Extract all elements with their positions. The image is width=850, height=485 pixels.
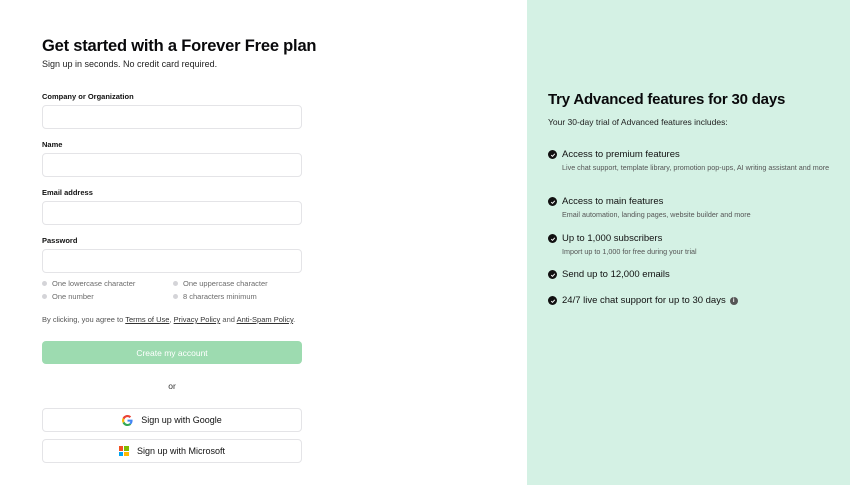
terms-text: By clicking, you agree to Terms of Use, … bbox=[42, 315, 296, 324]
requirement-uppercase: One uppercase character bbox=[173, 279, 268, 288]
password-input[interactable] bbox=[42, 249, 302, 273]
company-label: Company or Organization bbox=[42, 92, 134, 101]
feature-item: Access to premium features Live chat sup… bbox=[548, 149, 838, 183]
feature-item: Send up to 12,000 emails bbox=[548, 269, 838, 283]
page-subtitle: Sign up in seconds. No credit card requi… bbox=[42, 59, 218, 69]
requirement-number: One number bbox=[42, 292, 94, 301]
feature-item: 24/7 live chat support for up to 30 days… bbox=[548, 295, 838, 309]
anti-spam-policy-link[interactable]: Anti-Spam Policy bbox=[237, 315, 294, 324]
feature-description: Live chat support, template library, pro… bbox=[562, 163, 830, 172]
microsoft-icon bbox=[118, 446, 129, 456]
google-button-label: Sign up with Google bbox=[141, 415, 222, 425]
feature-title: Up to 1,000 subscribers bbox=[562, 233, 663, 244]
feature-title: Access to premium features bbox=[562, 149, 680, 160]
google-signup-button[interactable]: Sign up with Google bbox=[42, 408, 302, 432]
email-label: Email address bbox=[42, 188, 93, 197]
create-account-button[interactable]: Create my account bbox=[42, 341, 302, 364]
feature-item: Access to main features Email automation… bbox=[548, 196, 838, 220]
privacy-policy-link[interactable]: Privacy Policy bbox=[174, 315, 221, 324]
feature-item: Up to 1,000 subscribers Import up to 1,0… bbox=[548, 233, 838, 257]
feature-title: Send up to 12,000 emails bbox=[562, 269, 670, 280]
password-label: Password bbox=[42, 236, 78, 245]
google-icon bbox=[122, 414, 133, 426]
status-dot-icon bbox=[173, 294, 178, 299]
signup-panel: Get started with a Forever Free plan Sig… bbox=[0, 0, 527, 485]
info-icon[interactable]: i bbox=[729, 296, 738, 305]
microsoft-button-label: Sign up with Microsoft bbox=[136, 446, 226, 456]
check-circle-icon bbox=[548, 234, 557, 243]
terms-of-use-link[interactable]: Terms of Use bbox=[125, 315, 169, 324]
status-dot-icon bbox=[42, 281, 47, 286]
email-input[interactable] bbox=[42, 201, 302, 225]
or-divider: or bbox=[168, 381, 176, 391]
status-dot-icon bbox=[42, 294, 47, 299]
requirement-length: 8 characters minimum bbox=[173, 292, 257, 301]
check-circle-icon bbox=[548, 270, 557, 279]
feature-title: 24/7 live chat support for up to 30 days… bbox=[562, 295, 738, 306]
feature-title: Access to main features bbox=[562, 196, 664, 207]
feature-description: Import up to 1,000 for free during your … bbox=[562, 247, 697, 256]
feature-description: Email automation, landing pages, website… bbox=[562, 210, 751, 219]
check-circle-icon bbox=[548, 296, 557, 305]
name-label: Name bbox=[42, 140, 63, 149]
microsoft-signup-button[interactable]: Sign up with Microsoft bbox=[42, 439, 302, 463]
page-title: Get started with a Forever Free plan bbox=[42, 37, 317, 55]
check-circle-icon bbox=[548, 197, 557, 206]
check-circle-icon bbox=[548, 150, 557, 159]
promo-title: Try Advanced features for 30 days bbox=[548, 91, 786, 108]
requirement-lowercase: One lowercase character bbox=[42, 279, 135, 288]
promo-subtitle: Your 30-day trial of Advanced features i… bbox=[548, 117, 728, 127]
status-dot-icon bbox=[173, 281, 178, 286]
company-input[interactable] bbox=[42, 105, 302, 129]
name-input[interactable] bbox=[42, 153, 302, 177]
